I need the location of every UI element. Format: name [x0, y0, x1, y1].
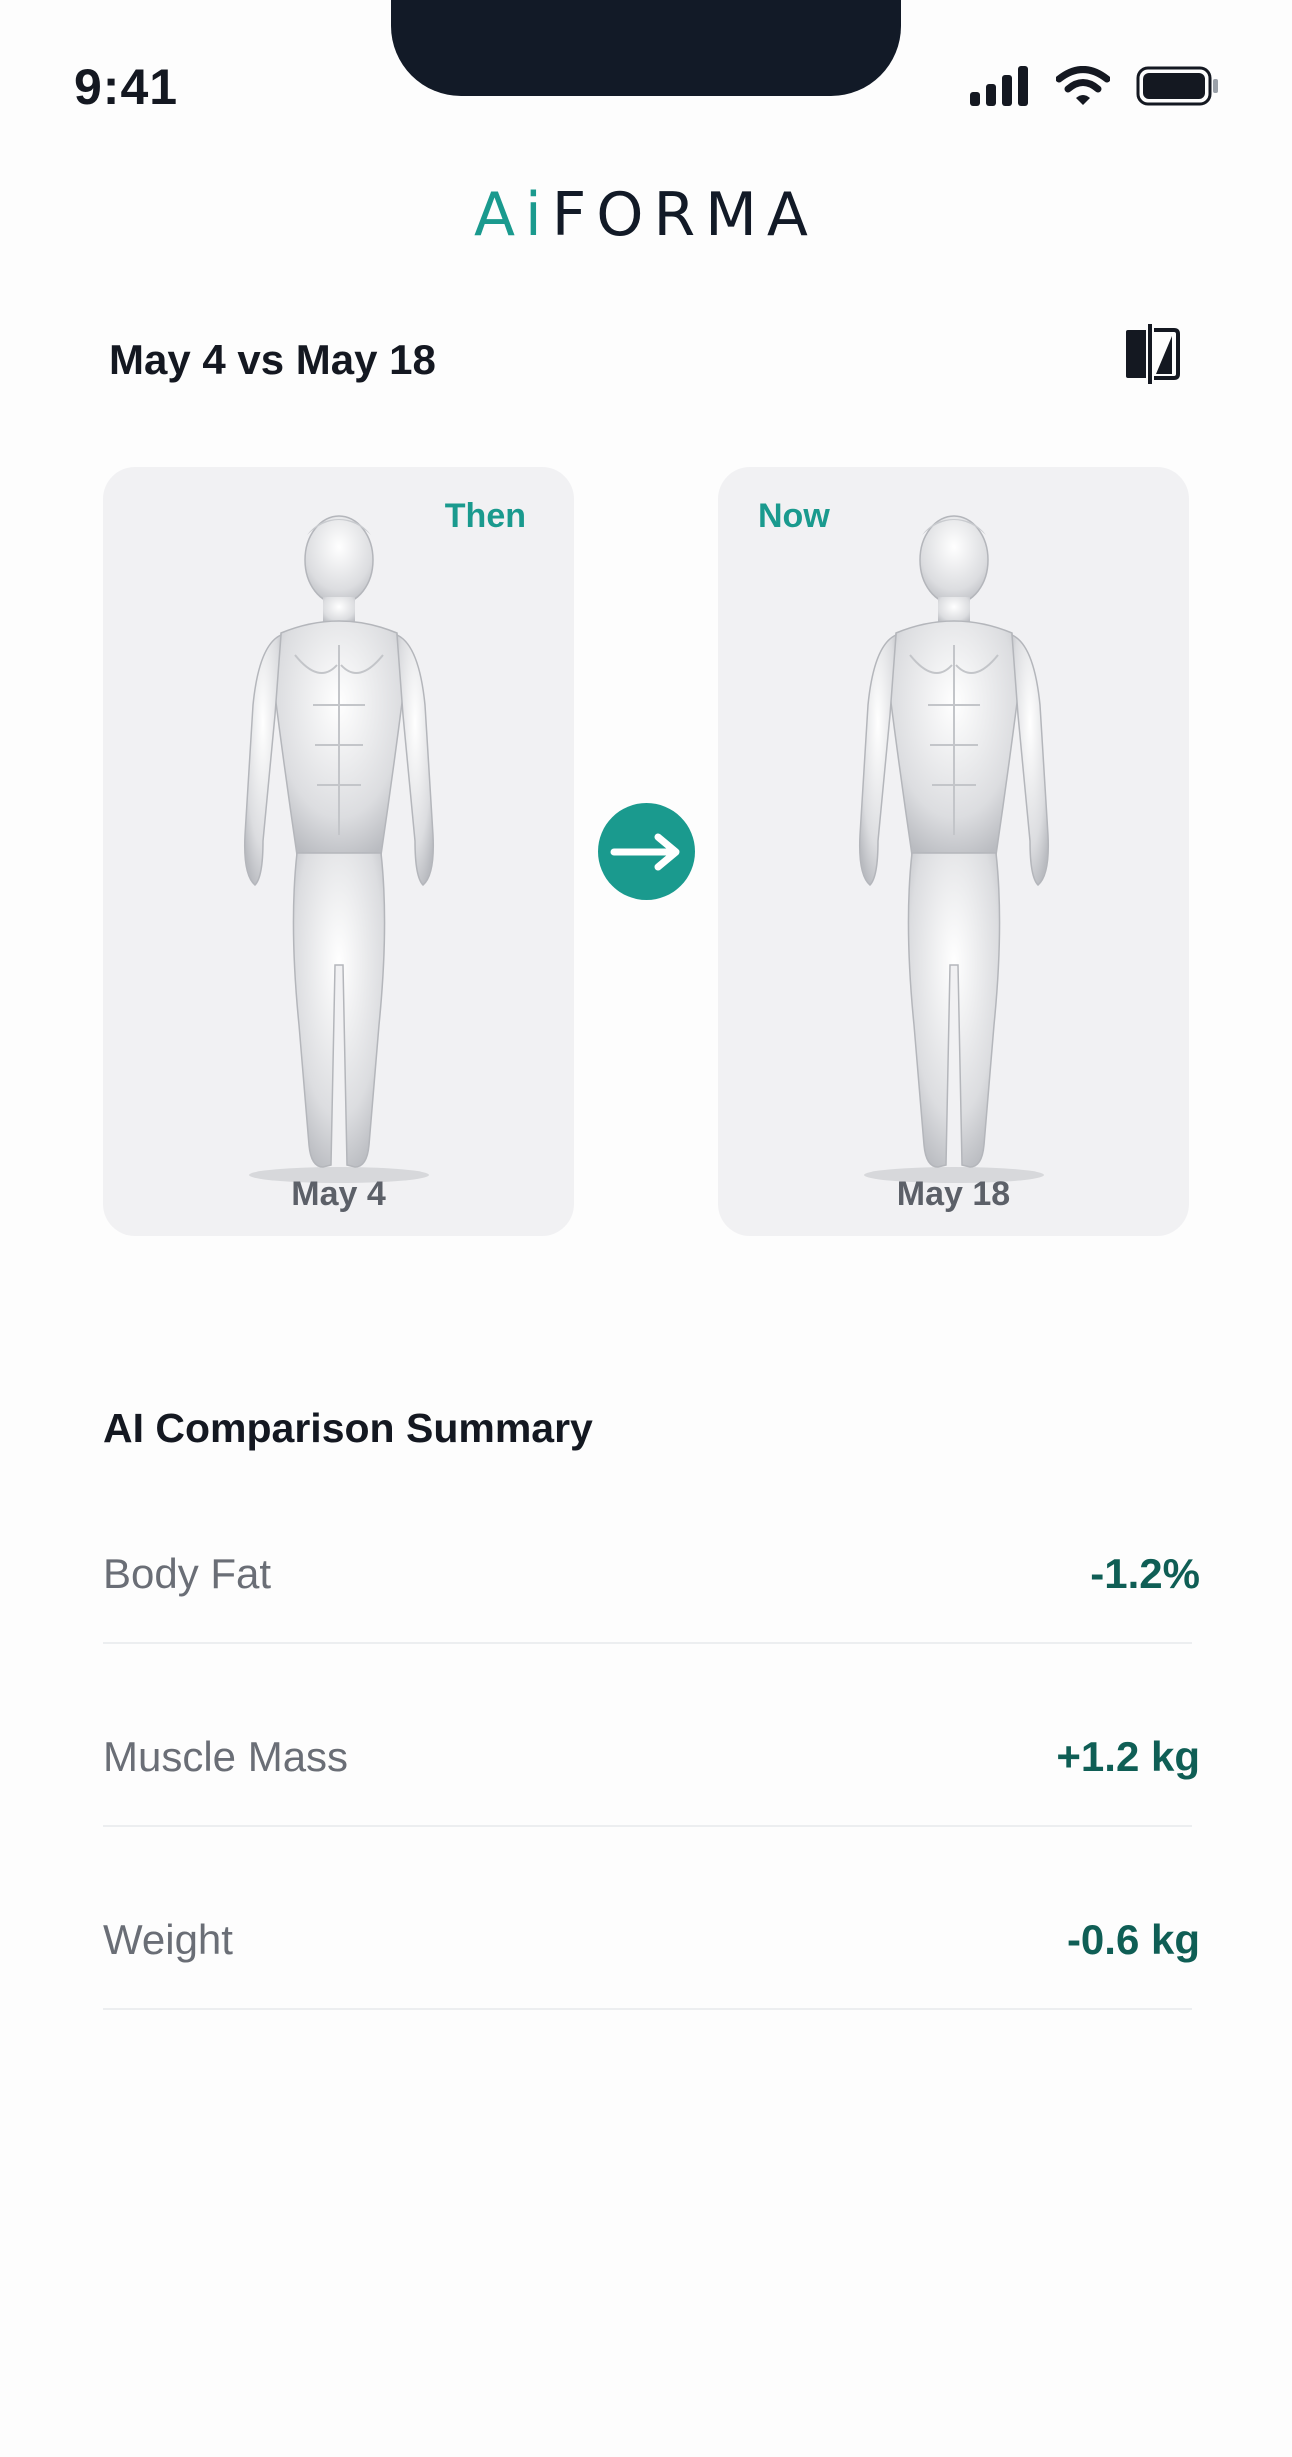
- device-notch: [391, 0, 901, 96]
- metric-value: +1.2 kg: [1056, 1733, 1200, 1780]
- status-icons: [970, 66, 1220, 106]
- home-indicator: [0, 2437, 1292, 2457]
- wifi-icon: [1056, 66, 1110, 105]
- compare-arrow-button[interactable]: [598, 803, 695, 900]
- body-model-now: [858, 515, 1049, 1183]
- metric-label: Muscle Mass: [103, 1733, 349, 1780]
- now-tag: Now: [758, 497, 830, 535]
- summary-title: AI Comparison Summary: [103, 1405, 593, 1451]
- metric-row-weight: Weight -0.6 kg: [103, 1888, 1200, 2010]
- compare-icon: [1126, 324, 1180, 384]
- battery-icon: [1136, 66, 1218, 106]
- then-photo-card[interactable]: Then May 4: [103, 467, 574, 1236]
- comparison-title: May 4 vs May 18: [109, 336, 436, 383]
- metric-value: -0.6 kg: [1066, 1916, 1200, 1963]
- signal-icon: [970, 66, 1028, 106]
- then-date: May 4: [291, 1175, 386, 1213]
- metric-value: -1.2%: [1090, 1550, 1200, 1597]
- now-date: May 18: [896, 1175, 1011, 1213]
- status-time: 9:41: [74, 59, 179, 115]
- metric-row-muscle-mass: Muscle Mass +1.2 kg: [103, 1705, 1200, 1827]
- metric-label: Weight: [103, 1916, 233, 1963]
- app-logo: AiFORMA: [0, 180, 1292, 250]
- now-photo-card[interactable]: Now May 18: [718, 467, 1189, 1236]
- body-model-then: [243, 515, 434, 1183]
- metric-label: Body Fat: [103, 1550, 272, 1597]
- logo-text: FORMA: [551, 180, 818, 250]
- logo-accent: Ai: [474, 180, 552, 250]
- compare-toggle-button[interactable]: [1124, 322, 1180, 386]
- metric-row-body-fat: Body Fat -1.2%: [103, 1522, 1200, 1644]
- arrow-right-icon: [610, 833, 679, 870]
- phone-screen: 9:41 AiFORMA May 4 vs May 18 Then May 4 …: [0, 0, 1292, 2457]
